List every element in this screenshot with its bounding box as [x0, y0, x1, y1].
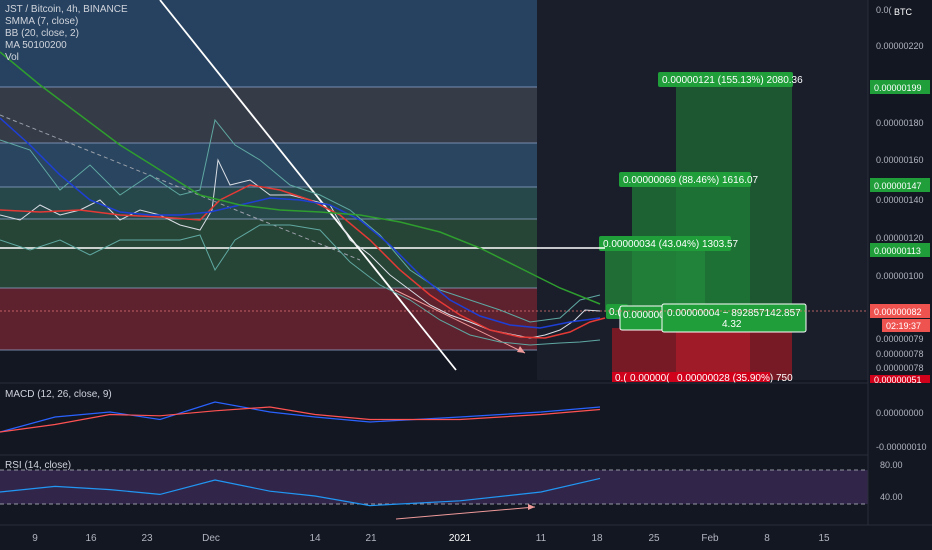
x-tick-3: Dec [202, 533, 220, 544]
tp3-label: 0.00000121 (155.13%) 2080.36 [662, 75, 803, 86]
tag-051: 0.00000051 [874, 375, 922, 385]
x-tick-5: 21 [365, 533, 377, 544]
smma-label[interactable]: SMMA (7, close) [5, 16, 128, 28]
macd-tick-0: 0.00000000 [876, 408, 924, 418]
macd-tick-1: -0.00000010 [876, 442, 927, 452]
stop-label-c: 0.00000028 (35.90%) 750 [677, 373, 793, 384]
rsi-tick-1: 40.00 [880, 492, 903, 502]
axis-tick-1: 0.00000220 [876, 41, 924, 51]
x-tick-4: 14 [309, 533, 321, 544]
macd-label: MACD (12, 26, close, 9) [5, 389, 112, 400]
axis-tick-9: 0.00000078 [876, 363, 924, 373]
axis-tick-2: 0.00000180 [876, 118, 924, 128]
tag-147: 0.00000147 [874, 181, 922, 191]
rsi-tick-0: 80.00 [880, 460, 903, 470]
symbol-label[interactable]: JST / Bitcoin, 4h, BINANCE [5, 4, 128, 16]
x-tick-1: 16 [85, 533, 97, 544]
tag-199: 0.00000199 [874, 83, 922, 93]
axis-tick-6: 0.00000100 [876, 271, 924, 281]
fib-zone-6 [0, 288, 537, 350]
fib-zone-5 [0, 219, 537, 288]
axis-tick-0: 0.0( [876, 5, 892, 15]
macd-legend[interactable]: MACD (12, 26, close, 9) [5, 389, 112, 401]
entry-label-c-line2: 4.32 [722, 319, 742, 330]
tag-113: 0.00000113 [874, 246, 921, 256]
rsi-legend[interactable]: RSI (14, close) [5, 460, 71, 472]
x-tick-2: 23 [141, 533, 153, 544]
bb-label[interactable]: BB (20, close, 2) [5, 28, 128, 40]
target-zone-1 [605, 245, 705, 312]
x-tick-11: 8 [764, 533, 770, 544]
ma-label[interactable]: MA 50100200 [5, 40, 128, 52]
x-tick-9: 25 [648, 533, 660, 544]
tp2-label: 0.00000069 (88.46%) 1616.07 [623, 175, 759, 186]
x-tick-6: 2021 [449, 533, 472, 544]
trading-chart[interactable]: 0.00000121 (155.13%) 2080.36 0.00000069 … [0, 0, 932, 550]
x-tick-8: 18 [591, 533, 603, 544]
x-tick-10: Feb [701, 533, 719, 544]
axis-tick-4: 0.00000140 [876, 195, 924, 205]
fib-zone-3 [0, 143, 537, 187]
rsi-label: RSI (14, close) [5, 460, 72, 471]
tp1-label: 0.00000034 (43.04%) 1303.57 [603, 239, 739, 250]
countdown: 02:19:37 [886, 321, 921, 331]
entry-label-c-line1: 0.00000004 ~ 892857142.857 [667, 308, 801, 319]
price-legend: JST / Bitcoin, 4h, BINANCE SMMA (7, clos… [5, 4, 128, 64]
stop-label-a: 0.( [615, 373, 627, 384]
axis-tick-5: 0.00000120 [876, 233, 924, 243]
axis-currency: BTC [894, 7, 913, 17]
axis-tick-7: 0.00000079 [876, 334, 924, 344]
stop-label-b: 0.00000( [630, 373, 670, 384]
tag-082: 0.00000082 [874, 307, 922, 317]
x-tick-7: 11 [536, 533, 547, 544]
axis-tick-3: 0.00000160 [876, 155, 924, 165]
rsi-band [0, 470, 868, 504]
axis-tick-8: 0.00000078 [876, 349, 924, 359]
entry-label-a: 0.( [609, 307, 621, 318]
x-tick-12: 15 [818, 533, 830, 544]
vol-label[interactable]: Vol [5, 52, 128, 64]
x-tick-0: 9 [32, 533, 38, 544]
